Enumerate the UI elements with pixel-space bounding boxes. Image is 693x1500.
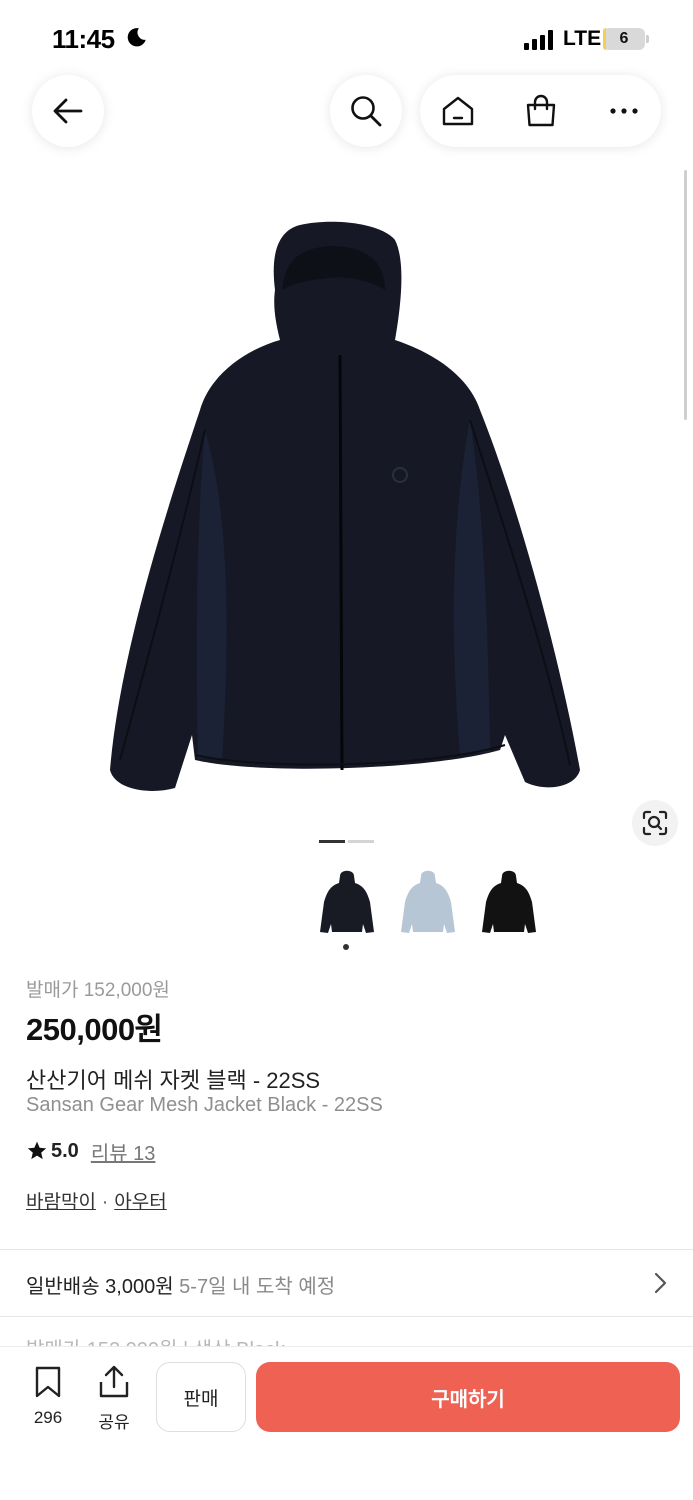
product-image[interactable] bbox=[0, 180, 693, 820]
product-name-korean: 산산기어 메쉬 자켓 블랙 - 22SS bbox=[26, 1068, 321, 1093]
battery-level: 6 bbox=[619, 30, 629, 47]
scrollbar[interactable] bbox=[684, 170, 687, 420]
release-price: 발매가 152,000원 bbox=[26, 980, 170, 1001]
thumbnail-strip bbox=[0, 866, 693, 946]
more-button[interactable] bbox=[588, 75, 660, 147]
battery-indicator: 6 bbox=[603, 28, 649, 50]
review-link[interactable]: 리뷰 13 bbox=[91, 1137, 156, 1166]
shopping-bag-icon bbox=[526, 94, 556, 127]
delivery-eta: 5-7일 내 도착 예정 bbox=[179, 1276, 336, 1298]
delivery-label: 일반배송 3,000원 bbox=[26, 1276, 174, 1298]
sell-button[interactable]: 판매 bbox=[156, 1362, 246, 1432]
buy-button[interactable]: 구매하기 bbox=[256, 1362, 680, 1432]
thumbnail-black-jacket-alt[interactable] bbox=[474, 866, 544, 936]
back-button[interactable] bbox=[32, 75, 104, 147]
cart-button[interactable] bbox=[505, 75, 577, 147]
arrow-left-icon bbox=[53, 98, 83, 124]
gallery-page-indicator bbox=[348, 840, 374, 843]
visual-search-icon bbox=[642, 810, 668, 836]
status-time: 11:45 bbox=[52, 24, 115, 54]
thumbnail-selected-dot bbox=[343, 944, 349, 950]
divider bbox=[0, 1249, 693, 1250]
chevron-right-icon[interactable] bbox=[653, 1272, 667, 1294]
bookmark-count: 296 bbox=[33, 1408, 63, 1427]
thumbnail-lightblue-jacket[interactable] bbox=[393, 866, 463, 936]
category-links: 바람막이 · 아우터 bbox=[26, 1187, 167, 1214]
category-link-windbreaker[interactable]: 바람막이 bbox=[26, 1192, 96, 1213]
bottom-action-bar: 296 공유 판매 구매하기 bbox=[0, 1346, 693, 1500]
rating-row: 5.0 리뷰 13 bbox=[26, 1137, 156, 1166]
search-button[interactable] bbox=[330, 75, 402, 147]
signal-icon bbox=[524, 30, 553, 50]
category-separator: · bbox=[101, 1192, 109, 1213]
category-link-outer[interactable]: 아우터 bbox=[114, 1192, 166, 1213]
share-button[interactable]: 공유 bbox=[90, 1365, 138, 1433]
status-bar: 11:45 LTE 6 bbox=[0, 0, 693, 70]
network-type: LTE bbox=[563, 27, 602, 50]
delivery-row[interactable]: 일반배송 3,000원 5-7일 내 도착 예정 bbox=[26, 1270, 335, 1299]
jacket-illustration bbox=[110, 221, 580, 791]
share-label: 공유 bbox=[98, 1413, 130, 1432]
nav-actions-group bbox=[420, 75, 661, 147]
current-price: 250,000원 bbox=[26, 1012, 163, 1047]
product-name-english: Sansan Gear Mesh Jacket Black - 22SS bbox=[26, 1094, 383, 1116]
share-icon bbox=[99, 1365, 129, 1398]
home-button[interactable] bbox=[422, 75, 494, 147]
home-icon bbox=[442, 96, 474, 126]
bookmark-button[interactable]: 296 bbox=[22, 1365, 74, 1428]
moon-icon bbox=[127, 28, 146, 47]
rating-score: 5.0 bbox=[51, 1139, 79, 1162]
star-icon bbox=[27, 1141, 47, 1160]
thumbnail-black-jacket[interactable] bbox=[312, 866, 382, 936]
bookmark-icon bbox=[35, 1366, 61, 1398]
more-horizontal-icon bbox=[610, 108, 638, 114]
size-info-row[interactable]: 발매가 152,000원 | 색상 Black bbox=[26, 1333, 285, 1347]
gallery-page-indicator-active bbox=[319, 840, 345, 843]
image-search-button[interactable] bbox=[632, 800, 678, 846]
divider bbox=[0, 1316, 693, 1317]
search-icon bbox=[351, 96, 382, 127]
